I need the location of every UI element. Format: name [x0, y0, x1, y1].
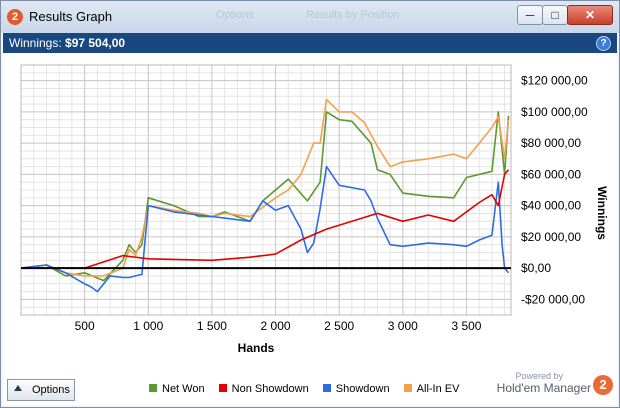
graph-footer: Options Net Won Non Showdown Showdown Al…	[3, 371, 617, 405]
x-tick-label: 1 500	[197, 319, 227, 333]
maximize-icon: □	[551, 8, 559, 22]
legend-label: Non Showdown	[231, 383, 309, 395]
legend-item-non-showdown[interactable]: Non Showdown	[218, 383, 309, 395]
expand-up-icon	[14, 385, 22, 391]
legend-item-net-won[interactable]: Net Won	[149, 383, 205, 395]
brand-name: Hold'em Manager	[496, 381, 591, 395]
y-tick-label: $40 000,00	[521, 199, 581, 213]
hm2-brand-logo-icon: 2	[593, 375, 613, 395]
results-chart: 500 1 000 1 500 2 000 2 500 3 000 3 500 -$20 00…	[20, 64, 609, 355]
background-tab-results-by-position: Results by Position	[306, 9, 400, 21]
x-tick-label: 3 500	[451, 319, 481, 333]
legend-swatch	[218, 384, 227, 392]
options-button[interactable]: Options	[7, 379, 75, 401]
legend-swatch	[403, 384, 412, 392]
x-tick-label: 2 000	[261, 319, 291, 333]
hm2-logo-icon: 2	[7, 9, 23, 25]
maximize-button[interactable]: □	[542, 5, 568, 25]
minimize-icon: ─	[525, 8, 535, 22]
legend-item-all-in-ev[interactable]: All-In EV	[403, 383, 460, 395]
close-icon: ✕	[584, 8, 596, 22]
series-line-non-showdown	[21, 169, 510, 269]
legend-label: Net Won	[162, 383, 205, 395]
x-tick-label: 1 000	[133, 319, 163, 333]
close-button[interactable]: ✕	[567, 5, 613, 25]
y-tick-label: $100 000,00	[521, 105, 588, 119]
y-tick-label: $80 000,00	[521, 136, 581, 150]
legend-label: Showdown	[335, 383, 390, 395]
x-tick-label: 3 000	[388, 319, 418, 333]
y-tick-label: $20 000,00	[521, 230, 581, 244]
graph-area: 500 1 000 1 500 2 000 2 500 3 000 3 500 -$20 00…	[3, 53, 617, 373]
legend-swatch	[149, 384, 157, 392]
y-tick-label: $0,00	[521, 261, 551, 275]
series-lines	[20, 98, 510, 293]
title-bar[interactable]: 2 Results Graph Options Results by Posit…	[1, 1, 619, 33]
x-axis-label: Hands	[238, 341, 275, 355]
x-tick-label: 500	[75, 319, 95, 333]
background-tab-options: Options	[216, 9, 254, 21]
y-tick-label: -$20 000,00	[521, 292, 585, 306]
y-axis-label: Winnings	[595, 186, 609, 240]
series-line-all-in-ev	[20, 98, 510, 277]
winnings-label: Winnings:	[9, 36, 62, 50]
winnings-header: Winnings: $97 504,00 ?	[3, 33, 617, 53]
winnings-summary: Winnings: $97 504,00	[9, 36, 125, 50]
y-tick-label: $120 000,00	[521, 74, 588, 88]
help-icon[interactable]: ?	[596, 36, 611, 51]
winnings-value: $97 504,00	[65, 36, 126, 50]
legend-item-showdown[interactable]: Showdown	[322, 383, 390, 395]
chart-legend: Net Won Non Showdown Showdown All-In EV	[149, 383, 470, 395]
y-tick-label: $60 000,00	[521, 167, 581, 181]
x-tick-label: 2 500	[324, 319, 354, 333]
powered-by-text: Powered by	[515, 371, 563, 381]
options-label: Options	[32, 384, 70, 396]
results-graph-window: 2 Results Graph Options Results by Posit…	[0, 0, 620, 408]
legend-swatch	[322, 384, 331, 392]
window-title: Results Graph	[29, 9, 113, 24]
legend-label: All-In EV	[416, 383, 460, 395]
minimize-button[interactable]: ─	[517, 5, 543, 25]
